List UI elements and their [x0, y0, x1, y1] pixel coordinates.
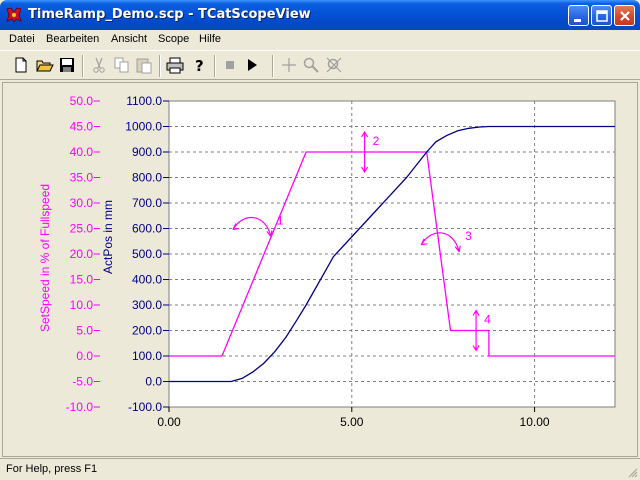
- window-title: TimeRamp_Demo.scp - TCatScopeView: [28, 7, 311, 22]
- svg-text:?: ?: [195, 57, 204, 74]
- paste-icon: [136, 58, 152, 74]
- twincat-scope-icon: [6, 7, 22, 23]
- actpos-tick-label: 300.0: [132, 298, 162, 312]
- setspeed-tick-label: 45.0: [70, 120, 94, 134]
- play-icon: [248, 59, 257, 71]
- actpos-tick-label: 900.0: [132, 145, 162, 159]
- actpos-axis: 1100.0 1000.0 900.0 800.0 700.0 600.0 500.0 400…: [125, 94, 169, 414]
- scope-view-area: 50.0 45.0 40.0 35.0 30.0 25.0 20.0 15.0 10.0 5.0 0…: [2, 82, 638, 457]
- start-button[interactable]: [243, 56, 261, 74]
- new-file-icon: [15, 57, 27, 73]
- setspeed-tick-label: 5.0: [76, 324, 93, 338]
- setspeed-tick-label: 20.0: [70, 247, 94, 261]
- new-file-button[interactable]: [12, 56, 30, 74]
- cut-icon: [93, 57, 105, 73]
- print-button[interactable]: [166, 56, 184, 74]
- status-text: For Help, press F1: [6, 463, 98, 475]
- menu-ansicht[interactable]: Ansicht: [110, 32, 148, 47]
- print-icon: [166, 57, 184, 74]
- menu-bar: Datei Bearbeiten Ansicht Scope Hilfe: [0, 30, 640, 49]
- zoom-reset-icon: [326, 57, 342, 73]
- paste-button[interactable]: [135, 56, 153, 74]
- actpos-tick-label: 500.0: [132, 247, 162, 261]
- save-button[interactable]: [58, 56, 76, 74]
- help-button[interactable]: ?: [190, 56, 208, 74]
- actpos-tick-label: 700.0: [132, 196, 162, 210]
- actpos-tick-label: 400.0: [132, 273, 162, 287]
- actpos-tick-label: -100.0: [128, 400, 162, 414]
- menu-datei[interactable]: Datei: [8, 32, 36, 47]
- actpos-tick-label: 0.0: [145, 375, 162, 389]
- setspeed-tick-label: -10.0: [66, 400, 94, 414]
- annotation-label: 2: [373, 134, 380, 148]
- resize-grip-icon[interactable]: [626, 466, 638, 478]
- copy-icon: [114, 57, 129, 73]
- setspeed-tick-label: 40.0: [70, 145, 94, 159]
- toolbar-separator: [272, 55, 274, 77]
- actpos-tick-label: 1100.0: [126, 94, 162, 108]
- toolbar-separator: [82, 55, 84, 77]
- toolbar-separator: [214, 55, 216, 77]
- annotation-label: 1: [277, 214, 284, 228]
- maximize-icon: [596, 10, 608, 22]
- time-axis: 0.00 5.00 10.00: [157, 407, 550, 429]
- annotation-label: 4: [484, 313, 491, 327]
- setspeed-tick-label: 10.0: [70, 298, 94, 312]
- actpos-tick-label: 600.0: [132, 222, 162, 236]
- menu-scope[interactable]: Scope: [157, 32, 190, 47]
- crosshair-button[interactable]: [280, 56, 298, 74]
- close-icon: [620, 11, 630, 21]
- toolbar: ?: [0, 50, 640, 80]
- setspeed-tick-label: 25.0: [70, 222, 94, 236]
- menu-bearbeiten[interactable]: Bearbeiten: [45, 32, 100, 47]
- setspeed-tick-label: 35.0: [70, 171, 94, 185]
- x-tick-label: 5.00: [340, 415, 364, 429]
- setspeed-tick-label: 15.0: [70, 273, 94, 287]
- setspeed-tick-label: -5.0: [72, 375, 93, 389]
- actpos-tick-label: 100.0: [132, 349, 162, 363]
- close-button[interactable]: [614, 5, 635, 26]
- copy-button[interactable]: [113, 56, 131, 74]
- setspeed-axis: 50.0 45.0 40.0 35.0 30.0 25.0 20.0 15.0 10.0 5.0 0…: [66, 94, 100, 414]
- stop-button[interactable]: [221, 56, 239, 74]
- status-bar: For Help, press F1: [0, 458, 640, 480]
- actpos-tick-label: 1000.0: [125, 120, 162, 134]
- app-window: TimeRamp_Demo.scp - TCatScopeView Datei …: [0, 0, 640, 480]
- actpos-tick-label: 800.0: [132, 171, 162, 185]
- x-tick-label: 0.00: [157, 415, 181, 429]
- annotation-label: 3: [465, 229, 472, 243]
- zoom-icon: [303, 57, 319, 73]
- cut-button[interactable]: [90, 56, 108, 74]
- minimize-button[interactable]: [568, 5, 589, 26]
- actpos-axis-label: ActPos in mm: [101, 200, 115, 274]
- menu-hilfe[interactable]: Hilfe: [198, 32, 222, 47]
- title-bar[interactable]: TimeRamp_Demo.scp - TCatScopeView: [0, 0, 640, 30]
- crosshair-icon: [282, 58, 296, 72]
- setspeed-tick-label: 0.0: [76, 349, 93, 363]
- x-tick-label: 10.00: [520, 415, 550, 429]
- maximize-button[interactable]: [591, 5, 612, 26]
- stop-icon: [226, 61, 234, 69]
- setspeed-axis-label: SetSpeed in % of Fullspeed: [38, 184, 52, 332]
- zoom-reset-button[interactable]: [325, 56, 343, 74]
- zoom-button[interactable]: [302, 56, 320, 74]
- setspeed-tick-label: 30.0: [70, 196, 94, 210]
- minimize-icon: [574, 19, 581, 22]
- open-button[interactable]: [36, 56, 54, 74]
- help-icon: ?: [195, 57, 204, 74]
- save-icon: [60, 58, 74, 72]
- setspeed-tick-label: 50.0: [70, 94, 94, 108]
- actpos-tick-label: 200.0: [132, 324, 162, 338]
- open-folder-icon: [36, 60, 54, 72]
- scope-chart[interactable]: 50.045.040.035.030.025.020.015.010.05.00…: [3, 83, 637, 456]
- toolbar-separator: [159, 55, 161, 77]
